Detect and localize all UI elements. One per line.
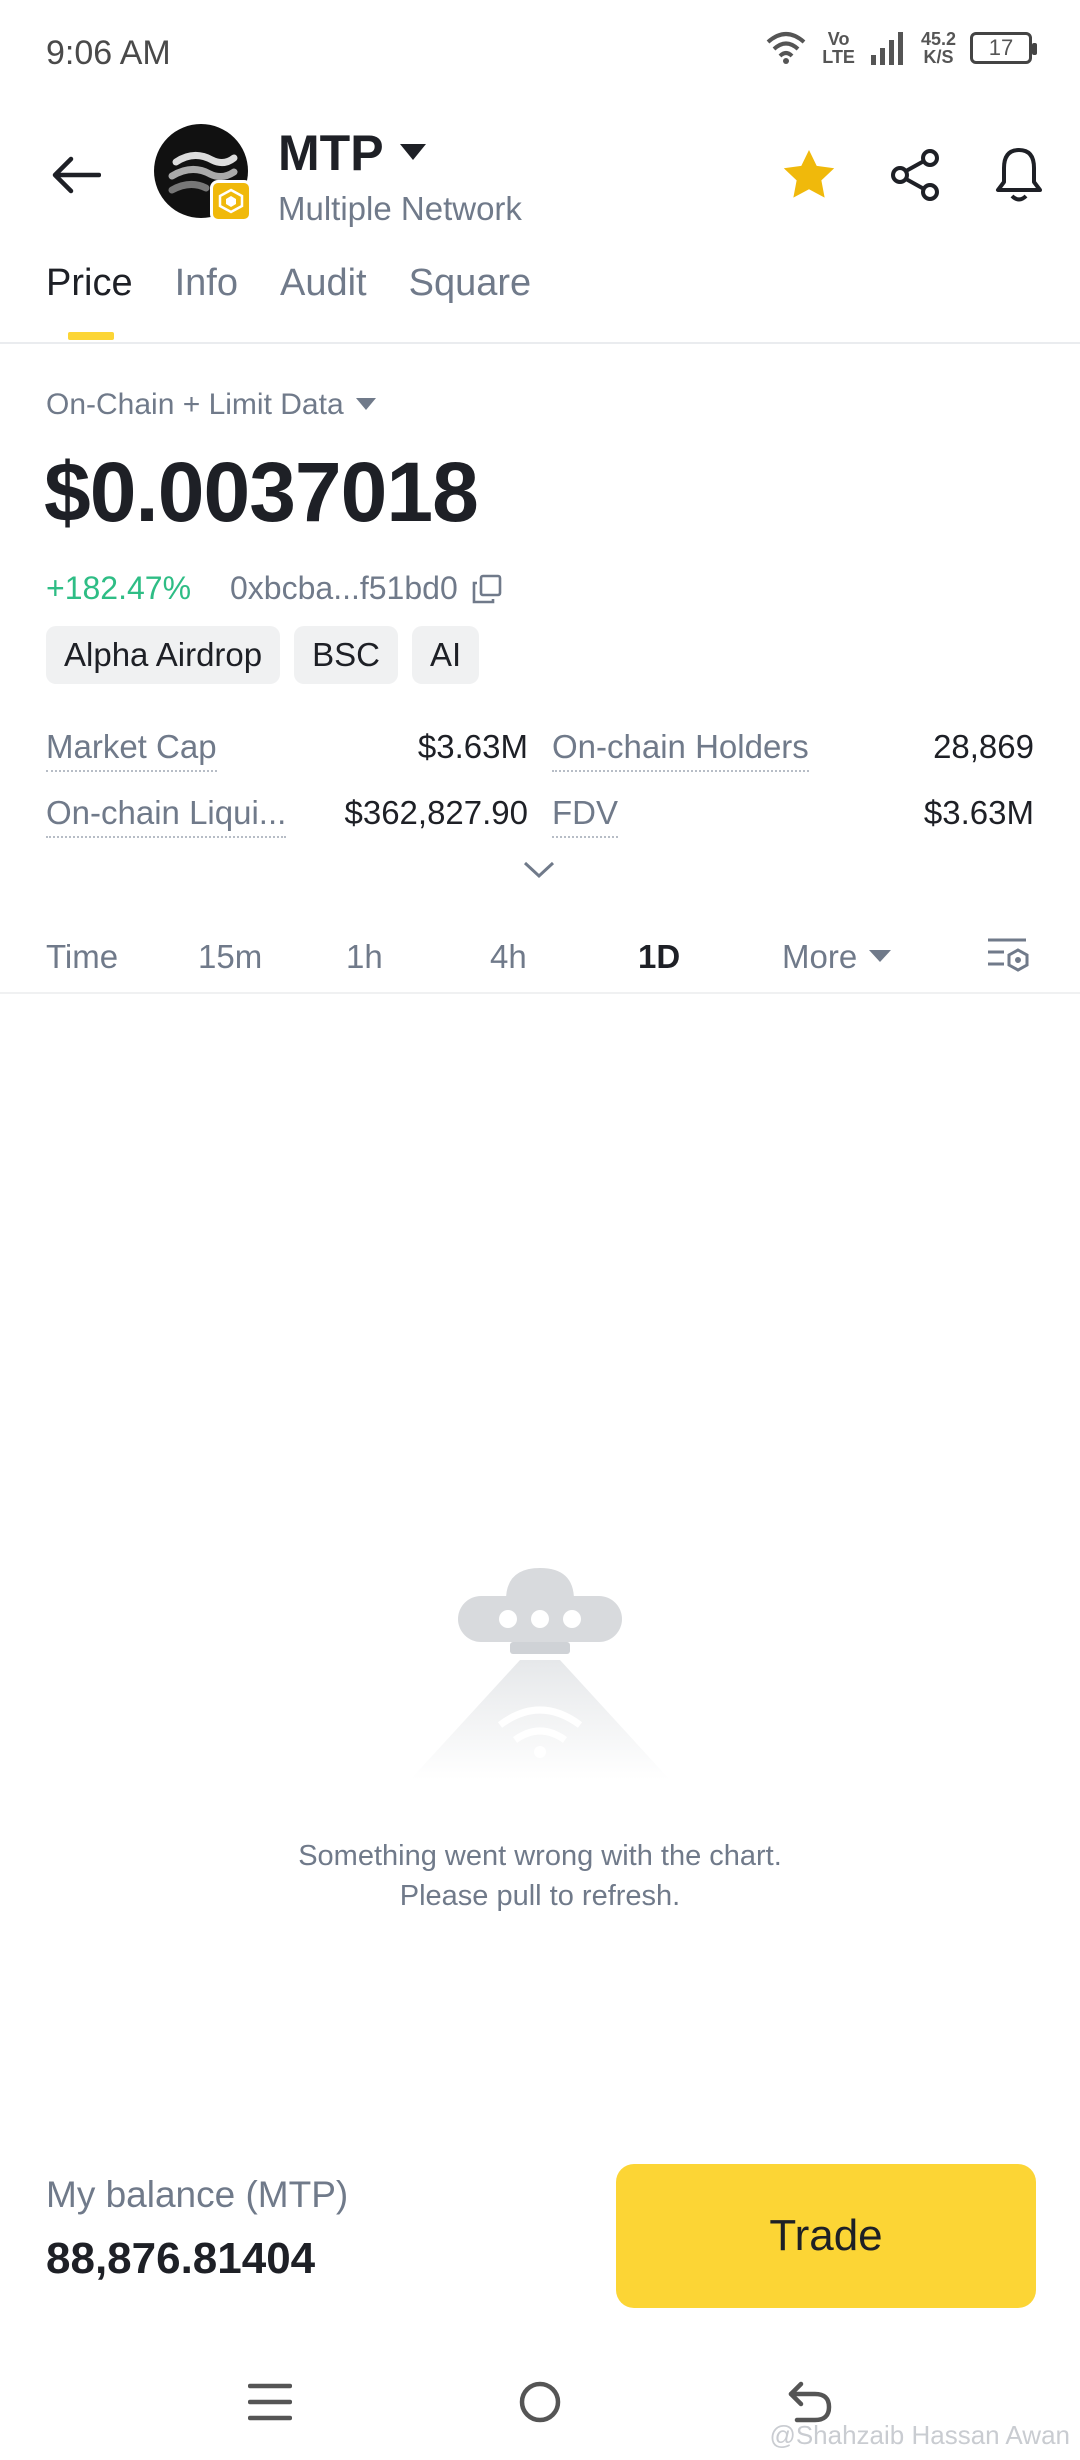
chart-settings-button[interactable]	[986, 934, 1032, 984]
market-cap-label[interactable]: Market Cap	[46, 728, 217, 772]
holders-value: 28,869	[933, 728, 1034, 765]
fdv-label[interactable]: FDV	[552, 794, 618, 838]
arrow-left-icon	[52, 156, 101, 194]
liquidity-label[interactable]: On-chain Liqui...	[46, 794, 287, 838]
token-symbol: MTP	[278, 125, 384, 181]
chart-error-line2: Please pull to refresh.	[399, 1880, 681, 1912]
bell-icon	[996, 148, 1042, 202]
tab-info[interactable]: Info	[175, 262, 238, 305]
signal-icon	[870, 32, 903, 65]
copy-icon[interactable]	[472, 574, 502, 604]
tag-ai[interactable]: AI	[412, 626, 480, 684]
tab-bar: Price Info Audit Square	[46, 262, 531, 305]
share-button[interactable]	[880, 140, 950, 210]
interval-more[interactable]: More	[782, 938, 892, 976]
chart-error-line1: Something went wrong with the chart.	[298, 1840, 782, 1872]
contract-address[interactable]: 0xbcba...f51bd0	[230, 570, 502, 607]
interval-4h[interactable]: 4h	[490, 938, 527, 976]
token-network: Multiple Network	[278, 190, 522, 227]
balance-value: 88,876.81404	[46, 2234, 316, 2283]
token-price: $0.0037018	[44, 445, 479, 539]
wifi-icon	[766, 32, 806, 64]
trade-button[interactable]: Trade	[616, 2164, 1036, 2308]
expand-stats-button[interactable]	[522, 860, 556, 885]
nav-menu-button[interactable]	[230, 2370, 310, 2434]
balance-label: My balance (MTP)	[46, 2174, 349, 2215]
interval-bar: Time 15m 1h 4h 1D More	[0, 920, 1080, 994]
tag-bsc[interactable]: BSC	[294, 626, 398, 684]
tag-alpha-airdrop[interactable]: Alpha Airdrop	[46, 626, 281, 684]
battery-icon: 17	[970, 32, 1037, 64]
tab-square[interactable]: Square	[409, 262, 532, 305]
token-selector[interactable]: MTP	[278, 124, 426, 182]
caret-down-icon	[399, 144, 426, 160]
favorite-button[interactable]	[774, 140, 844, 210]
data-source-selector[interactable]: On-Chain + Limit Data	[46, 388, 376, 422]
data-source-label: On-Chain + Limit Data	[46, 388, 344, 421]
share-icon	[891, 149, 939, 201]
watermark: @Shahzaib Hassan Awan	[769, 2420, 1070, 2450]
fdv-value: $3.63M	[923, 794, 1034, 831]
status-icons: Vo LTE 45.2 K/S 17	[764, 29, 1037, 67]
token-tags: Alpha Airdrop BSC AI	[46, 626, 480, 684]
status-time: 9:06 AM	[46, 34, 171, 72]
tab-price[interactable]: Price	[46, 262, 133, 305]
bnb-chain-badge-icon	[210, 180, 252, 222]
holders-label[interactable]: On-chain Holders	[552, 728, 809, 772]
market-cap-value: $3.63M	[417, 728, 528, 765]
interval-15m[interactable]: 15m	[198, 938, 262, 976]
back-button[interactable]	[40, 140, 110, 210]
chevron-down-icon	[523, 861, 555, 879]
chart-error-illustration-icon	[400, 1550, 680, 1780]
chart-error-message: Something went wrong with the chart. Ple…	[0, 1836, 1080, 1916]
interval-1d[interactable]: 1D	[638, 938, 680, 976]
interval-more-label: More	[782, 938, 858, 975]
tab-divider	[0, 342, 1080, 344]
star-icon	[783, 150, 835, 198]
back-icon	[788, 2381, 832, 2423]
caret-down-icon	[869, 950, 892, 962]
home-circle-icon	[519, 2381, 561, 2423]
network-speed: 45.2 K/S	[920, 29, 956, 67]
interval-time[interactable]: Time	[46, 938, 118, 976]
contract-address-text: 0xbcba...f51bd0	[230, 570, 458, 606]
chart-settings-icon	[988, 938, 1029, 972]
liquidity-value: $362,827.90	[344, 794, 528, 831]
caret-down-icon	[355, 398, 376, 410]
nav-home-button[interactable]	[500, 2370, 580, 2434]
price-change: +182.47%	[46, 570, 192, 606]
active-tab-indicator	[68, 332, 114, 340]
volte-indicator: Vo LTE	[822, 29, 855, 67]
menu-icon	[248, 2383, 292, 2421]
alert-button[interactable]	[984, 140, 1054, 210]
interval-1h[interactable]: 1h	[346, 938, 383, 976]
tab-audit[interactable]: Audit	[280, 262, 367, 305]
